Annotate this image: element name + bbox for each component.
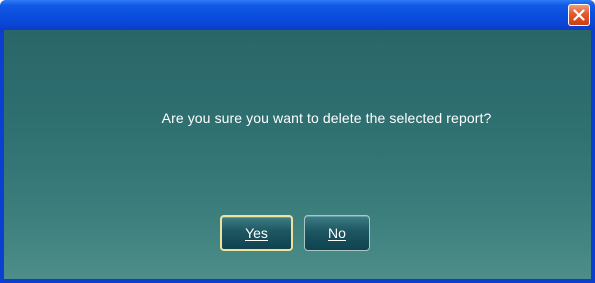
no-button-label: No [328, 225, 346, 241]
dialog-body: Are you sure you want to delete the sele… [4, 30, 591, 279]
title-bar[interactable] [0, 0, 595, 30]
close-button[interactable] [568, 4, 590, 26]
window-bottom-border [0, 279, 595, 283]
close-icon [573, 9, 585, 21]
yes-button-label: Yes [245, 225, 268, 241]
confirmation-message: Are you sure you want to delete the sele… [161, 110, 492, 126]
yes-button[interactable]: Yes [220, 215, 293, 251]
no-button[interactable]: No [304, 215, 370, 251]
dialog-window: Are you sure you want to delete the sele… [0, 0, 595, 283]
